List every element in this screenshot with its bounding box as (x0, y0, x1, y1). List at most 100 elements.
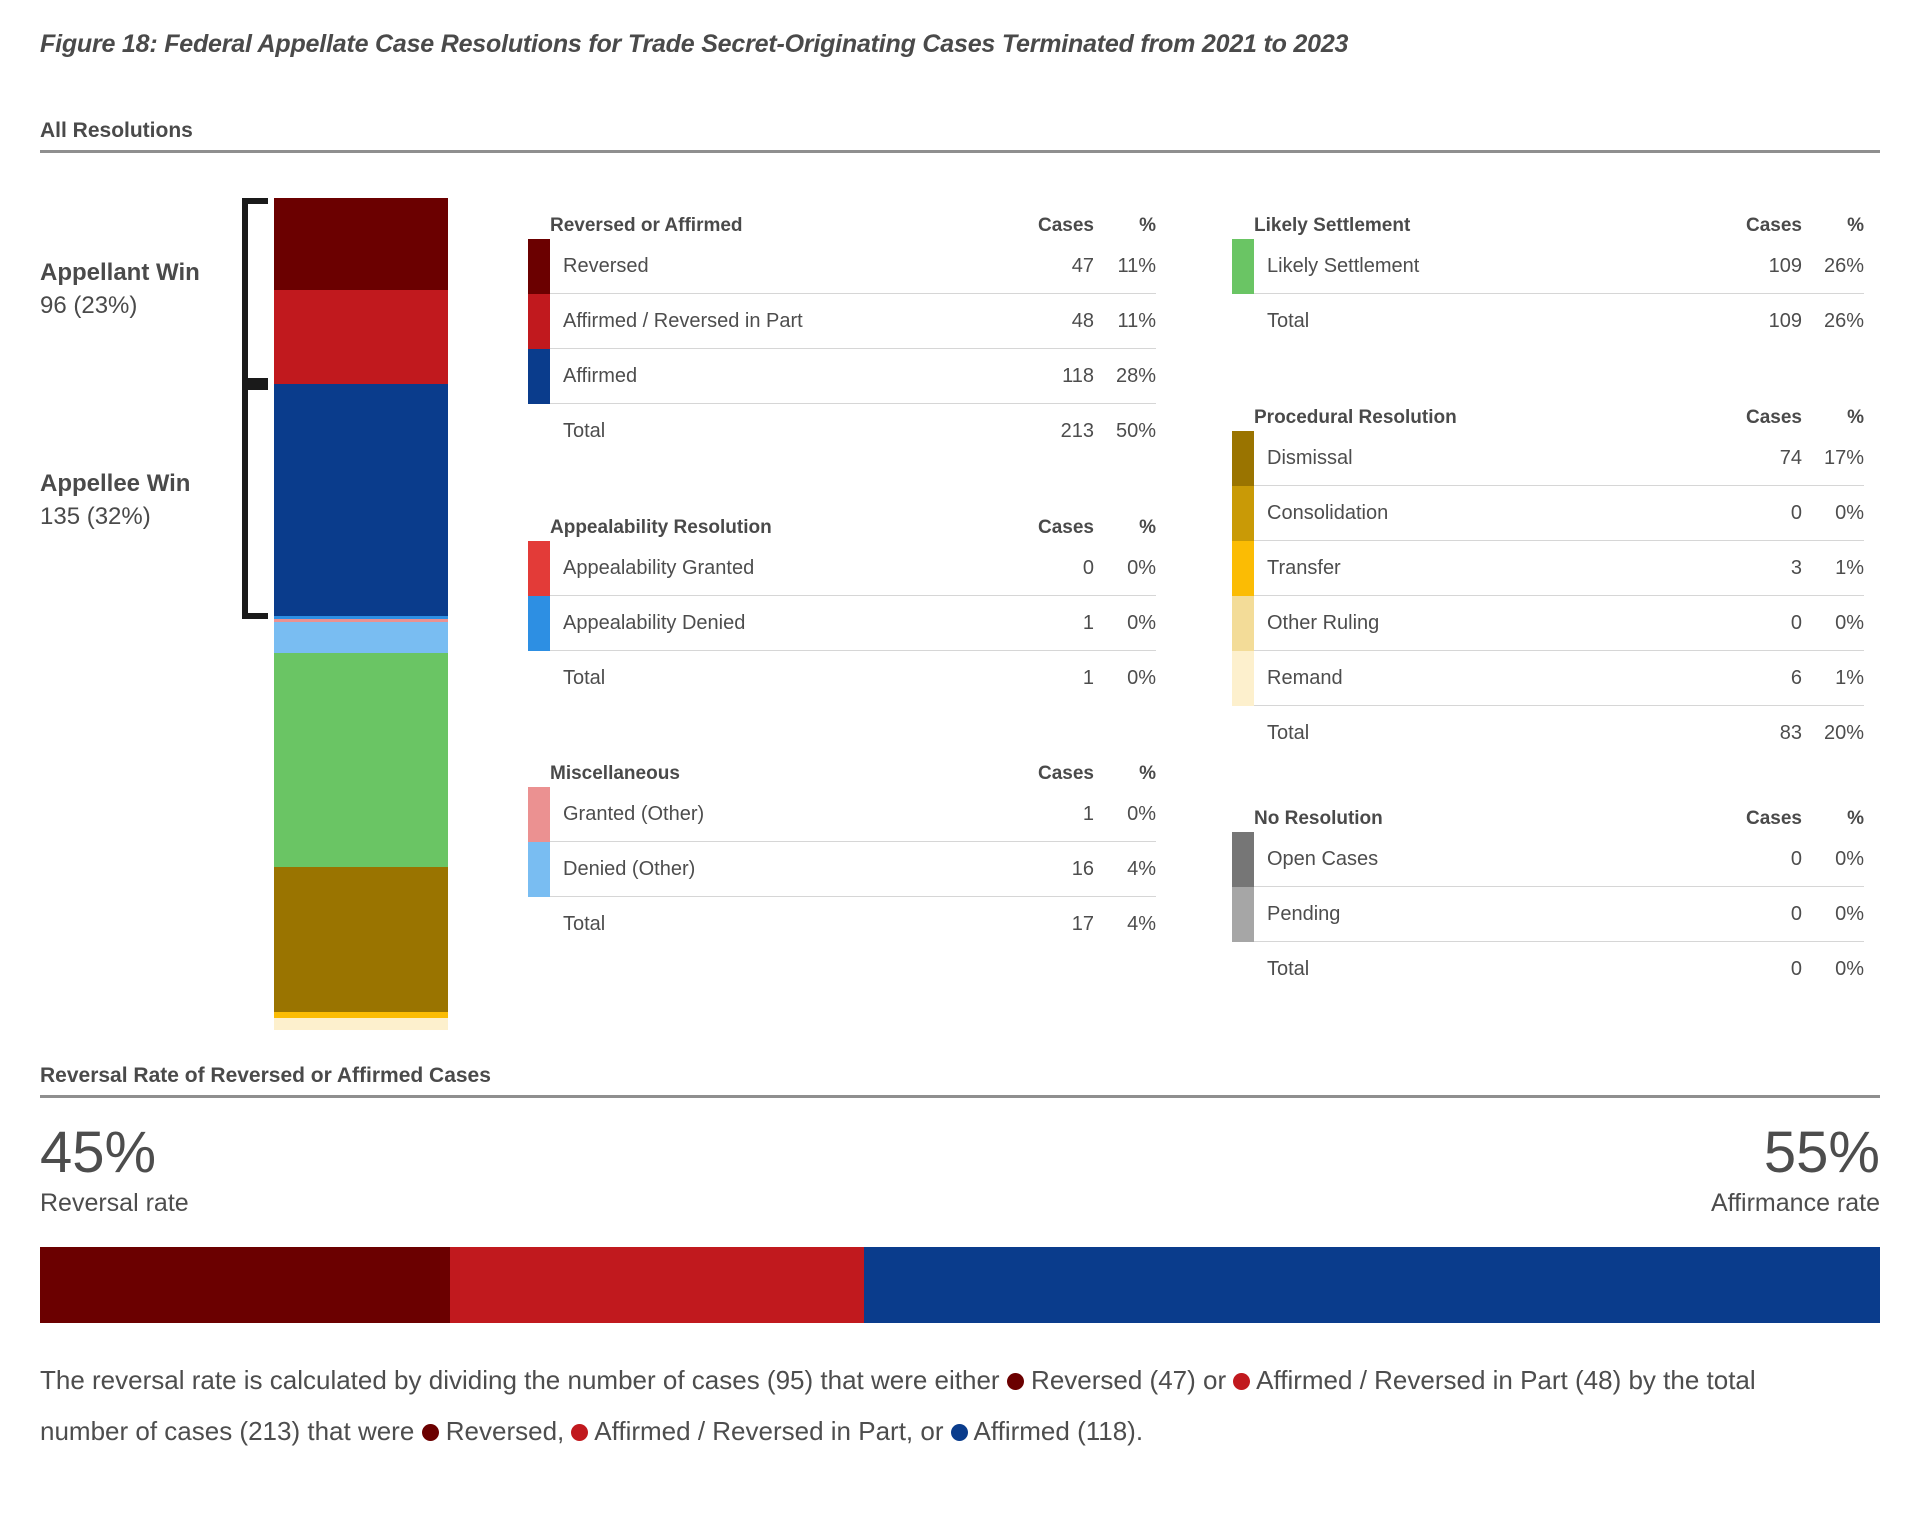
row-cases: 0 (1790, 847, 1802, 870)
legend-swatch-icon (528, 294, 550, 349)
row-cases: 1 (1082, 802, 1094, 825)
section-header-reversal-rate: Reversal Rate of Reversed or Affirmed Ca… (40, 1063, 1880, 1098)
table-miscellaneous: Miscellaneous Cases% Granted (Other) 1 0% Den… (528, 753, 1156, 952)
section-divider (40, 150, 1880, 153)
column-header-percent: % (1139, 763, 1156, 784)
group-label-value: 135 (32%) (40, 502, 151, 530)
bar-segment-affirmed-reversed-in-part (274, 290, 448, 385)
total-cases: 109 (1768, 310, 1802, 332)
table-row: Denied (Other) 16 4% (528, 842, 1156, 897)
section-title-all-resolutions: All Resolutions (40, 119, 193, 142)
reversal-bar-segment-affirmed (864, 1247, 1880, 1323)
table-header-row: Procedural Resolution Cases% (1232, 397, 1864, 431)
reversal-rate-caption: Reversal rate (40, 1189, 189, 1217)
group-bracket-appellee-win (242, 384, 268, 619)
row-cases: 47 (1071, 254, 1094, 277)
table-row: Affirmed 118 28% (528, 349, 1156, 404)
total-label: Total (563, 913, 606, 935)
reversed-dot-icon (421, 1424, 439, 1441)
legend-swatch-icon (1232, 541, 1254, 596)
group-label-title: Appellant Win (40, 259, 200, 287)
legend-swatch-icon (528, 596, 550, 651)
reversal-rate-bar (40, 1247, 1880, 1323)
total-label: Total (563, 420, 606, 442)
row-cases: 3 (1790, 556, 1802, 579)
row-cases: 74 (1779, 446, 1802, 469)
stacked-bar-chart (274, 198, 448, 1031)
table-total-row: Total 109 26% (1232, 294, 1864, 349)
row-cases: 6 (1790, 666, 1802, 689)
table-row: Pending 0 0% (1232, 887, 1864, 942)
legend-swatch-icon (528, 787, 550, 842)
affirmance-rate-stat: 55% Affirmance rate (1711, 1120, 1880, 1220)
column-header-percent: % (1847, 215, 1864, 236)
table-row: Appealability Denied 1 0% (528, 596, 1156, 651)
table-title: Appealability Resolution (550, 517, 772, 538)
table-title: Reversed or Affirmed (550, 215, 743, 236)
row-label: Other Ruling (1267, 611, 1380, 634)
affirmed-dot-icon (950, 1424, 968, 1441)
row-label: Remand (1267, 666, 1343, 689)
footnote-fragment: Affirmed / Reversed in Part, or (588, 1416, 951, 1446)
total-percent: 0% (1835, 958, 1864, 980)
row-percent: 0% (1835, 611, 1864, 634)
group-label-value: 96 (23%) (40, 292, 138, 320)
table-procedural-resolution: Procedural Resolution Cases% Dismissal 74 17… (1232, 397, 1864, 761)
footnote-text: The reversal rate is calculated by divid… (40, 1355, 1830, 1457)
table-row: Consolidation 0 0% (1232, 486, 1864, 541)
row-cases: 1 (1082, 611, 1094, 634)
row-label: Transfer (1267, 556, 1341, 579)
stacked-bar-region: Appellant Win 96 (23%) Appellee Win 135 (32… (40, 198, 450, 1031)
row-label: Open Cases (1267, 847, 1379, 870)
row-cases: 0 (1082, 556, 1094, 579)
column-header-percent: % (1847, 808, 1864, 829)
legend-swatch-icon (528, 541, 550, 596)
footnote-fragment: Affirmed (118). (967, 1416, 1144, 1446)
row-label: Denied (Other) (563, 857, 696, 880)
row-percent: 4% (1127, 857, 1156, 880)
table-reversed-or-affirmed: Reversed or Affirmed Cases% Reversed 47 11% A… (528, 205, 1156, 459)
legend-swatch-icon (1232, 832, 1254, 887)
table-row: Reversed 47 11% (528, 239, 1156, 294)
column-header-cases: Cases (1746, 808, 1802, 829)
table-header-row: Reversed or Affirmed Cases% (528, 205, 1156, 239)
bar-segment-remand (274, 1018, 448, 1031)
table-appealability-resolution: Appealability Resolution Cases% Appealabil… (528, 507, 1156, 706)
table-total-row: Total 17 4% (528, 897, 1156, 952)
total-percent: 26% (1823, 310, 1864, 332)
table-likely-settlement: Likely Settlement Cases% Likely Settlement… (1232, 205, 1864, 349)
row-percent: 0% (1127, 802, 1156, 825)
legend-swatch-icon (528, 842, 550, 897)
bar-segment-affirmed (274, 384, 448, 616)
footnote-fragment: Reversed (47) or (1023, 1365, 1234, 1395)
legend-swatch-icon (1232, 431, 1254, 486)
row-label: Affirmed (563, 364, 638, 387)
reversal-rate-value: 45% (40, 1120, 157, 1185)
section-header-all-resolutions: All Resolutions (40, 118, 1880, 153)
total-percent: 50% (1115, 420, 1156, 442)
row-percent: 0% (1835, 902, 1864, 925)
total-cases: 17 (1071, 913, 1094, 935)
row-label: Dismissal (1267, 446, 1353, 469)
column-header-percent: % (1139, 517, 1156, 538)
table-row: Transfer 3 1% (1232, 541, 1864, 596)
group-label-appellee-win: Appellee Win 135 (32%) (40, 468, 230, 534)
table-row: Open Cases 0 0% (1232, 832, 1864, 887)
row-percent: 1% (1835, 666, 1864, 689)
total-percent: 20% (1823, 722, 1864, 744)
row-label: Pending (1267, 902, 1341, 925)
row-label: Granted (Other) (563, 802, 705, 825)
table-row: Likely Settlement 109 26% (1232, 239, 1864, 294)
footnote-fragment: The reversal rate is calculated by divid… (40, 1365, 1007, 1395)
row-percent: 11% (1117, 254, 1156, 277)
row-percent: 0% (1835, 847, 1864, 870)
reversal-rate-stat: 45% Reversal rate (40, 1120, 189, 1220)
table-row: Appealability Granted 0 0% (528, 541, 1156, 596)
column-header-cases: Cases (1038, 517, 1094, 538)
table-header-row: No Resolution Cases% (1232, 798, 1864, 832)
total-cases: 83 (1779, 722, 1802, 744)
table-header-row: Likely Settlement Cases% (1232, 205, 1864, 239)
page-title: Figure 18: Federal Appellate Case Resolu… (40, 30, 1349, 58)
row-label: Appealability Granted (563, 556, 755, 579)
table-row: Affirmed / Reversed in Part 48 11% (528, 294, 1156, 349)
